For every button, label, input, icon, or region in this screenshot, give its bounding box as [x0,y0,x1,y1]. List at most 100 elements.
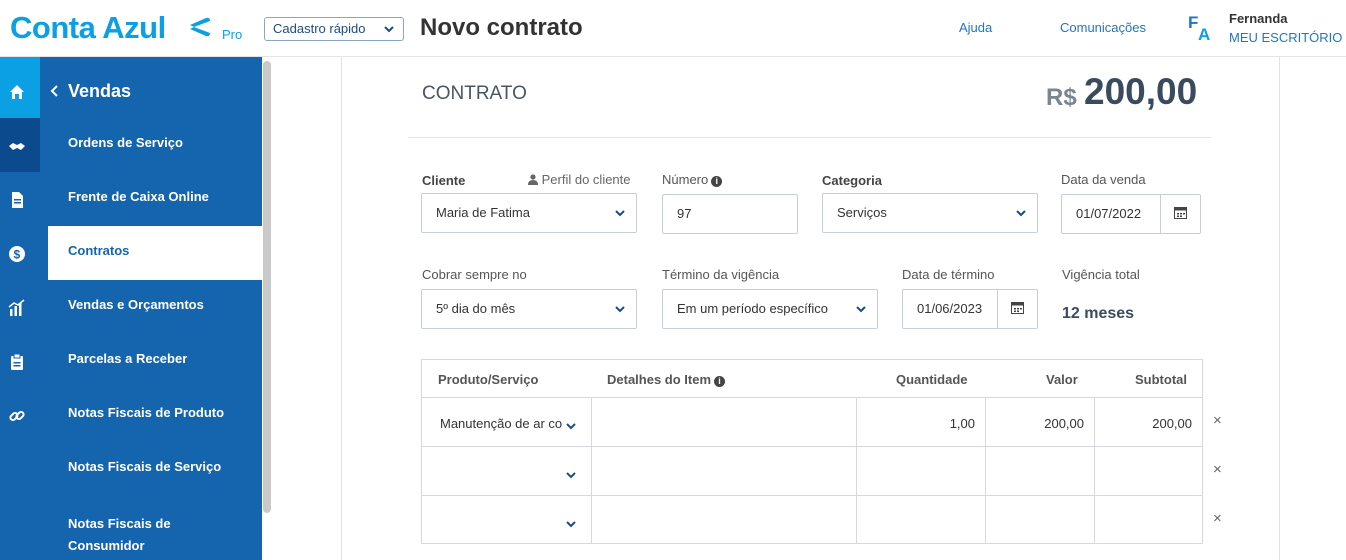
chevron-down-icon [384,26,394,33]
sidebar-rail: $ [0,57,40,560]
chart-icon[interactable] [8,299,26,317]
items-table: Produto/Serviço Detalhes do Item i Quanti… [421,359,1203,544]
svg-text:$: $ [14,248,21,262]
client-label: Cliente [422,173,466,188]
sidebar-item-label: Notas Fiscais de Serviço [68,459,222,474]
contract-section-title: CONTRATO [422,83,527,104]
number-label: Número i [662,172,723,187]
user-name: Fernanda [1229,11,1288,26]
logo[interactable]: Conta Azul [10,10,166,46]
product-select[interactable] [422,496,591,544]
charge-day-select[interactable]: 5º dia do mês [421,289,637,329]
client-profile-link[interactable]: Perfil do cliente [528,172,631,187]
sidebar-item-pos[interactable]: Frente de Caixa Online [48,172,262,226]
rail-sales[interactable] [0,118,40,172]
chevron-down-icon [615,210,625,217]
sidebar-item-label: Notas Fiscais de Produto [68,405,225,420]
sidebar-item-sales-quotes[interactable]: Vendas e Orçamentos [48,280,262,334]
quick-register-dropdown[interactable]: Cadastro rápido [264,17,404,41]
chevron-down-icon [1016,210,1026,217]
details-input[interactable] [591,447,856,495]
sidebar-item-contracts[interactable]: Contratos [48,226,262,280]
help-link[interactable]: Ajuda [959,20,992,35]
category-select[interactable]: Serviços [822,193,1038,233]
charge-day-label: Cobrar sempre no [422,267,527,282]
office-link[interactable]: MEU ESCRITÓRIO [1229,30,1342,45]
client-value: Maria de Fatima [436,205,530,220]
menu-title: Vendas [68,81,132,101]
info-icon[interactable]: i [714,376,726,387]
total-term-value: 12 meses [1062,305,1135,322]
subtotal-cell: 200,00 [1094,398,1202,446]
sidebar-item-service-invoices[interactable]: Notas Fiscais de Serviço [48,442,262,496]
svg-text:A: A [1198,25,1210,42]
client-profile-label: Perfil do cliente [541,172,631,187]
details-input[interactable] [591,496,856,544]
user-icon [528,174,538,185]
sale-date-value: 01/07/2022 [1076,206,1142,221]
end-date-picker-button[interactable] [997,290,1037,328]
sidebar-item-label: Contratos [68,243,130,258]
chevron-down-icon [615,306,625,313]
chevron-down-icon [566,472,576,479]
value-input[interactable] [985,447,1094,495]
sidebar-item-product-invoices[interactable]: Notas Fiscais de Produto [48,388,262,442]
term-end-value: Em um período específico [677,301,829,316]
value-value: 200,00 [1044,416,1084,431]
sidebar-item-label: Vendas e Orçamentos [68,297,204,312]
value-input[interactable]: 200,00 [985,398,1094,446]
number-input[interactable]: 97 [662,194,798,234]
end-date-label: Data de término [902,267,995,282]
top-header: Conta Azul Pro Cadastro rápido Novo cont… [0,0,1346,57]
term-end-select[interactable]: Em um período específico [662,289,878,329]
remove-row-button[interactable]: × [1213,412,1222,429]
divider [408,137,1211,138]
end-date-input[interactable]: 01/06/2023 [902,289,1038,329]
client-select[interactable]: Maria de Fatima [421,193,637,233]
sidebar-item-consumer-invoices[interactable]: Notas Fiscais de Consumidor [48,506,198,560]
subtotal-cell [1094,496,1202,544]
chevron-left-icon [50,85,58,97]
subtotal-cell [1094,447,1202,495]
quantity-input[interactable] [856,447,985,495]
logo-mark-icon [190,17,210,37]
details-input[interactable] [591,398,856,446]
chevron-down-icon [566,521,576,528]
handshake-icon [9,143,25,150]
sidebar-item-label: Notas Fiscais de Consumidor [68,516,171,553]
sidebar-item-label: Ordens de Serviço [68,135,183,150]
sidebar-item-label: Frente de Caixa Online [68,189,209,204]
number-label-text: Número [662,172,709,187]
product-select[interactable] [422,447,591,495]
clipboard-icon[interactable] [8,353,26,371]
menu-header[interactable]: Vendas [40,57,262,118]
remove-row-button[interactable]: × [1213,510,1222,527]
calendar-icon [1174,207,1187,219]
category-label: Categoria [822,173,882,188]
sale-date-input[interactable]: 01/07/2022 [1061,194,1201,234]
remove-row-button[interactable]: × [1213,461,1222,478]
page-title: Novo contrato [420,14,583,41]
chevron-down-icon [566,423,576,430]
link-icon[interactable] [8,407,26,425]
col-value: Valor [1046,372,1078,387]
quantity-input[interactable]: 1,00 [856,398,985,446]
avatar[interactable]: F A [1186,12,1214,42]
sidebar-menu: Vendas Ordens de Serviço Frente de Caixa… [40,57,262,560]
sidebar-item-service-orders[interactable]: Ordens de Serviço [48,118,262,172]
product-select[interactable]: Manutenção de ar co [422,398,591,446]
chevron-down-icon [856,306,866,313]
quick-register-label: Cadastro rápido [273,21,366,36]
info-icon[interactable]: i [711,176,723,187]
sidebar-item-receivables[interactable]: Parcelas a Receber [48,334,262,388]
sidebar-scrollbar[interactable] [263,61,271,513]
rail-home[interactable] [0,57,40,118]
quantity-input[interactable] [856,496,985,544]
dollar-icon[interactable]: $ [8,245,26,263]
number-value: 97 [677,206,692,221]
value-input[interactable] [985,496,1094,544]
document-icon[interactable] [8,191,26,209]
sale-date-picker-button[interactable] [1160,195,1200,233]
total-currency: R$ [1046,84,1077,111]
communications-link[interactable]: Comunicações [1060,20,1146,35]
